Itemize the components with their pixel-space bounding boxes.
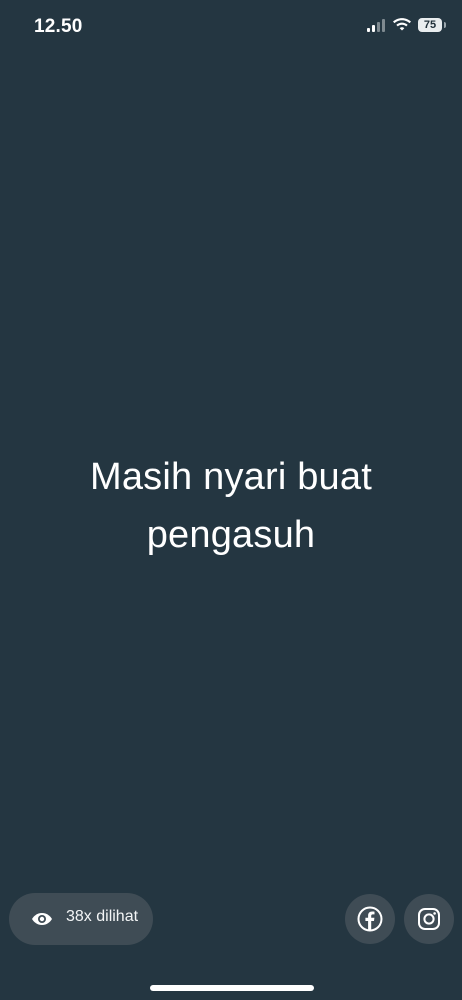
battery-icon: 75 — [418, 18, 446, 32]
battery-level: 75 — [423, 19, 437, 31]
views-badge[interactable]: 38x dilihat — [9, 893, 153, 945]
story-text: Masih nyari buat pengasuh — [0, 448, 462, 564]
signal-icon — [367, 19, 385, 32]
home-indicator[interactable] — [150, 985, 314, 991]
instagram-icon — [418, 908, 440, 930]
eye-icon — [32, 913, 52, 925]
wifi-icon — [393, 18, 411, 31]
instagram-share-button[interactable] — [404, 894, 454, 944]
views-count-label: 38x dilihat — [66, 908, 139, 925]
status-icons: 75 — [366, 18, 446, 32]
facebook-icon — [357, 906, 383, 932]
status-bar: 12.50 75 — [0, 0, 462, 56]
status-time: 12.50 — [34, 16, 83, 37]
story-text-line-2: pengasuh — [146, 514, 316, 556]
facebook-share-button[interactable] — [345, 894, 395, 944]
story-text-line-1: Masih nyari buat — [89, 456, 372, 498]
